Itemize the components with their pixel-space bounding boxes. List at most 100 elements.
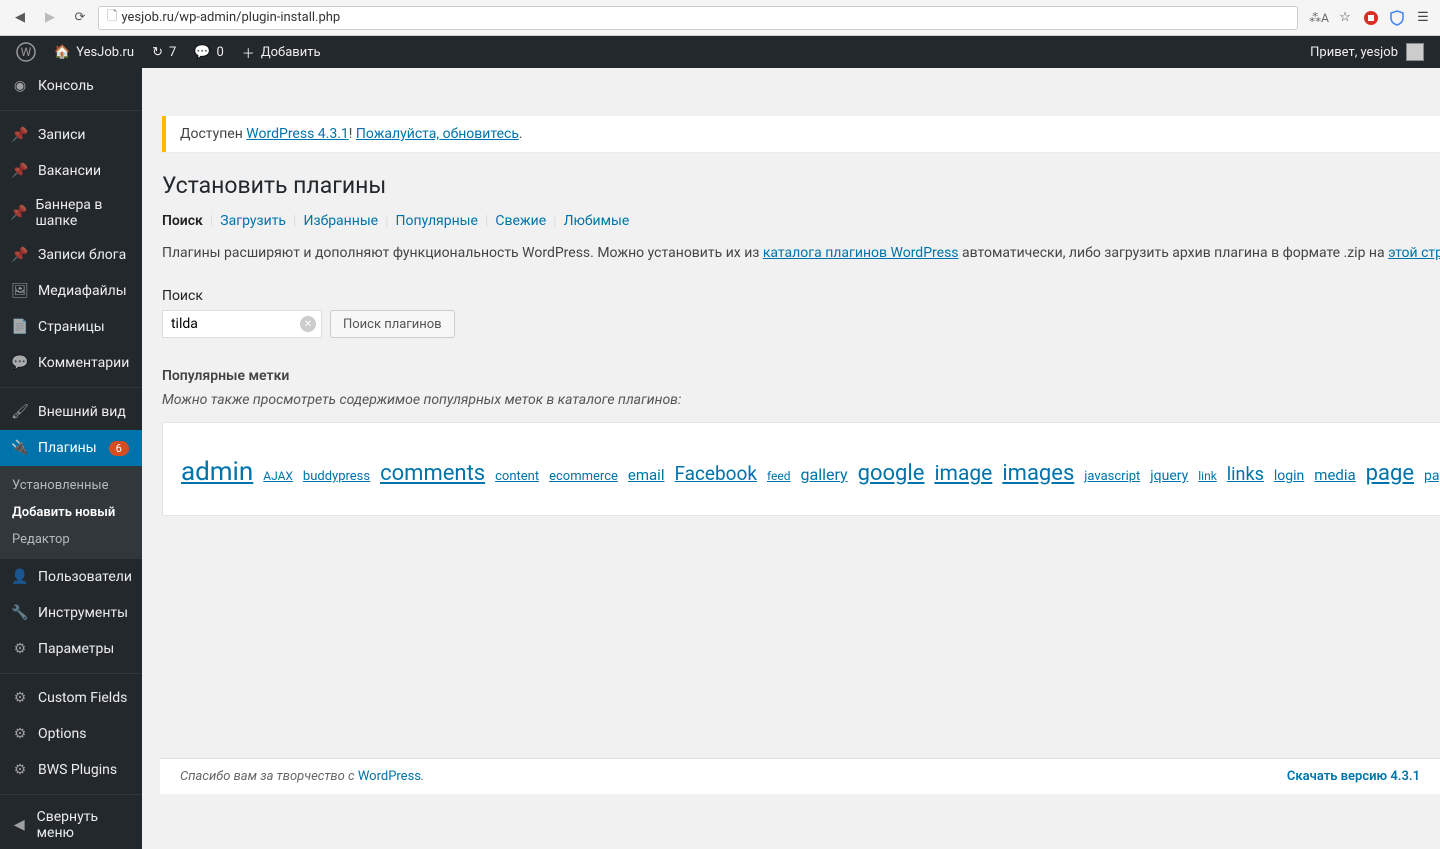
filter-tabs: Поиск|Загрузить|Избранные|Популярные|Све… bbox=[162, 213, 1440, 229]
tag-page[interactable]: page bbox=[1366, 461, 1414, 486]
wordpress-link[interactable]: WordPress bbox=[358, 769, 421, 784]
gear-icon: ⚙ bbox=[10, 688, 30, 708]
collapse-icon: ◀ bbox=[10, 815, 29, 835]
update-badge: 6 bbox=[109, 441, 129, 456]
menu-плагины[interactable]: 🔌Плагины6 bbox=[0, 430, 142, 466]
filter-свежие[interactable]: Свежие bbox=[495, 213, 546, 229]
menu-вакансии[interactable]: 📌Вакансии bbox=[0, 153, 142, 189]
tag-email[interactable]: email bbox=[628, 466, 665, 484]
avatar[interactable] bbox=[1406, 43, 1424, 61]
updates-link[interactable]: ↻7 bbox=[144, 36, 184, 68]
search-button[interactable]: Поиск плагинов bbox=[330, 310, 455, 338]
tag-admin[interactable]: admin bbox=[181, 457, 253, 487]
tag-feed[interactable]: feed bbox=[767, 469, 791, 483]
upload-page-link[interactable]: этой странице bbox=[1388, 245, 1440, 261]
menu-записи-блога[interactable]: 📌Записи блога bbox=[0, 237, 142, 273]
wp-version-link[interactable]: WordPress 4.3.1 bbox=[246, 126, 348, 142]
tag-links[interactable]: links bbox=[1227, 464, 1264, 485]
clear-icon[interactable]: ✕ bbox=[300, 316, 316, 332]
popular-tags-section: Популярные метки Можно также просмотреть… bbox=[162, 368, 1440, 516]
site-name[interactable]: 🏠YesJob.ru bbox=[46, 36, 142, 68]
comments-link[interactable]: 💬0 bbox=[186, 36, 232, 68]
tag-google[interactable]: google bbox=[858, 461, 925, 486]
brush-icon: 🖌 bbox=[10, 402, 30, 422]
menu-custom-fields[interactable]: ⚙Custom Fields bbox=[0, 673, 142, 716]
pin-icon: 📌 bbox=[10, 125, 30, 145]
tag-login[interactable]: login bbox=[1274, 468, 1304, 484]
reload-button[interactable]: ⟳ bbox=[68, 6, 92, 30]
tag-jquery[interactable]: jquery bbox=[1150, 468, 1188, 484]
browser-toolbar: ◀ ▶ ⟳ 🗋 yesjob.ru/wp-admin/plugin-instal… bbox=[0, 0, 1440, 36]
menu-инструменты[interactable]: 🔧Инструменты bbox=[0, 595, 142, 631]
forward-button[interactable]: ▶ bbox=[38, 6, 62, 30]
tag-facebook[interactable]: Facebook bbox=[674, 462, 757, 485]
description-text: Плагины расширяют и дополняют функционал… bbox=[162, 243, 1440, 264]
tags-heading: Популярные метки bbox=[162, 368, 1440, 384]
wp-logo[interactable]: W bbox=[8, 36, 44, 68]
download-version-link[interactable]: Скачать версию 4.3.1 bbox=[1287, 769, 1420, 784]
search-input[interactable] bbox=[162, 310, 322, 338]
media-icon: 🖼 bbox=[10, 281, 30, 301]
filter-популярные[interactable]: Популярные bbox=[396, 213, 478, 229]
submenu-редактор[interactable]: Редактор bbox=[0, 526, 142, 553]
submenu-установленные[interactable]: Установленные bbox=[0, 472, 142, 499]
menu-свернуть-меню[interactable]: ◀Свернуть меню bbox=[0, 794, 142, 849]
menu-страницы[interactable]: 📄Страницы bbox=[0, 309, 142, 345]
menu-пользователи[interactable]: 👤Пользователи bbox=[0, 559, 142, 595]
plus-icon: ＋ bbox=[242, 43, 255, 62]
tag-ajax[interactable]: AJAX bbox=[263, 469, 293, 483]
submenu-добавить-новый[interactable]: Добавить новый bbox=[0, 499, 142, 526]
tag-ecommerce[interactable]: ecommerce bbox=[549, 469, 618, 484]
content-area: Настройки экрана ▾ Помощь ▾ Доступен Wor… bbox=[142, 68, 1440, 849]
filter-любимые[interactable]: Любимые bbox=[564, 213, 630, 229]
tag-gallery[interactable]: gallery bbox=[801, 465, 848, 484]
tag-image[interactable]: image bbox=[934, 462, 992, 486]
filter-поиск[interactable]: Поиск bbox=[162, 213, 203, 229]
page-title: Установить плагины bbox=[162, 172, 1440, 199]
tag-buddypress[interactable]: buddypress bbox=[303, 469, 370, 484]
filter-загрузить[interactable]: Загрузить bbox=[220, 213, 286, 229]
sliders-icon: ⚙ bbox=[10, 639, 30, 659]
menu-bws-plugins[interactable]: ⚙BWS Plugins bbox=[0, 752, 142, 788]
svg-text:W: W bbox=[21, 45, 32, 59]
tag-cloud: admin AJAX buddypress comments content ecomme… bbox=[162, 422, 1440, 516]
tag-images[interactable]: images bbox=[1002, 461, 1074, 486]
update-link[interactable]: Пожалуйста, обновитесь bbox=[356, 126, 519, 142]
comment-icon: 💬 bbox=[194, 45, 210, 60]
shield-icon[interactable] bbox=[1388, 9, 1406, 27]
add-new[interactable]: ＋Добавить bbox=[234, 36, 329, 68]
tag-media[interactable]: media bbox=[1314, 466, 1355, 484]
tag-javascript[interactable]: javascript bbox=[1084, 469, 1140, 484]
footer: Спасибо вам за творчество с WordPress. С… bbox=[160, 758, 1440, 794]
address-bar[interactable]: 🗋 yesjob.ru/wp-admin/plugin-install.php bbox=[98, 6, 1298, 30]
menu-комментарии[interactable]: 💬Комментарии bbox=[0, 345, 142, 381]
menu-записи[interactable]: 📌Записи bbox=[0, 110, 142, 153]
gear-icon: ⚙ bbox=[10, 760, 30, 780]
page-icon: 🗋 bbox=[107, 7, 117, 29]
translate-icon[interactable]: ⁂A bbox=[1310, 9, 1328, 27]
plugin-directory-link[interactable]: каталога плагинов WordPress bbox=[763, 245, 959, 261]
dash-icon: ◉ bbox=[10, 76, 30, 96]
wp-admin-bar: W 🏠YesJob.ru ↻7 💬0 ＋Добавить Привет, yes… bbox=[0, 36, 1440, 68]
tag-comments[interactable]: comments bbox=[380, 461, 485, 486]
menu-options[interactable]: ⚙Options bbox=[0, 716, 142, 752]
page-icon: 📄 bbox=[10, 317, 30, 337]
menu-внешний-вид[interactable]: 🖌Внешний вид bbox=[0, 387, 142, 430]
filter-избранные[interactable]: Избранные bbox=[303, 213, 378, 229]
menu-параметры[interactable]: ⚙Параметры bbox=[0, 631, 142, 667]
home-icon: 🏠 bbox=[54, 45, 70, 60]
menu-icon[interactable]: ☰ bbox=[1414, 9, 1432, 27]
tag-link[interactable]: link bbox=[1198, 469, 1217, 483]
admin-sidebar: ◉Консоль 📌Записи📌Вакансии📌Баннера в шапке… bbox=[0, 68, 142, 849]
adblock-icon[interactable] bbox=[1362, 9, 1380, 27]
menu-баннера-в-шапке[interactable]: 📌Баннера в шапке bbox=[0, 189, 142, 237]
menu-медиафайлы[interactable]: 🖼Медиафайлы bbox=[0, 273, 142, 309]
tag-pages[interactable]: pages bbox=[1424, 468, 1440, 484]
favorite-icon[interactable]: ☆ bbox=[1336, 9, 1354, 27]
gear-icon: ⚙ bbox=[10, 724, 30, 744]
howdy-text[interactable]: Привет, yesjob bbox=[1310, 45, 1398, 60]
tag-content[interactable]: content bbox=[495, 469, 539, 484]
menu-консоль[interactable]: ◉Консоль bbox=[0, 68, 142, 104]
back-button[interactable]: ◀ bbox=[8, 6, 32, 30]
plug-icon: 🔌 bbox=[10, 438, 30, 458]
